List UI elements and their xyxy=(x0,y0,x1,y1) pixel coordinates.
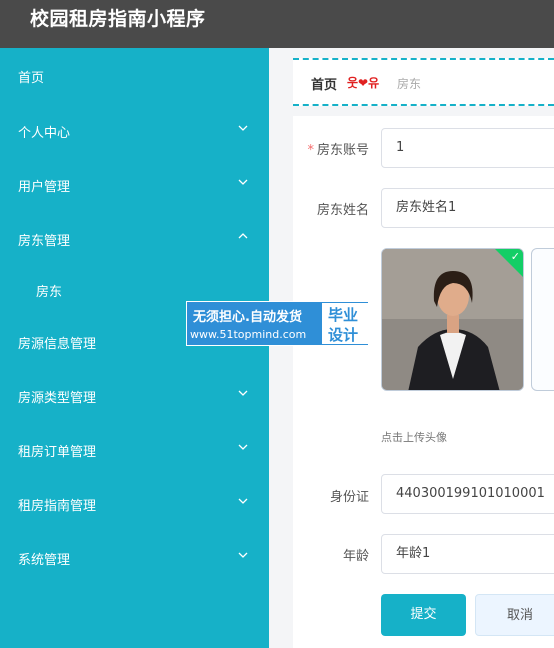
chevron-down-icon xyxy=(238,177,248,187)
avatar-thumbnail[interactable]: ✓ xyxy=(381,248,524,391)
chevron-down-icon xyxy=(238,442,248,452)
landlord-form: * 房东账号 1 房东姓名 房东姓名1 ✓ 点击上传头像 身份证 44030019… xyxy=(293,116,554,648)
sidebar: 首页 个人中心 用户管理 房东管理 房东 房源信息管理 房源类型管理 租房订单管… xyxy=(0,48,269,648)
sidebar-item-label: 房东管理 xyxy=(18,234,71,249)
watermark-text: 无须担心.自动发货 www.51topmind.com xyxy=(187,302,321,345)
sidebar-item-label: 个人中心 xyxy=(18,126,71,141)
breadcrumb-separator: 웃❤유 xyxy=(347,76,380,90)
watermark-banner: 无须担心.自动发货 www.51topmind.com 毕业 设计 xyxy=(186,301,369,346)
app-title: 校园租房指南小程序 xyxy=(30,8,206,30)
sidebar-item-label: 房东 xyxy=(36,285,63,300)
watermark-line2: www.51topmind.com xyxy=(190,328,307,341)
account-input[interactable]: 1 xyxy=(381,128,554,168)
age-label: 年龄 xyxy=(342,549,369,564)
upload-avatar-tip: 点击上传头像 xyxy=(381,431,447,444)
sidebar-item-label: 用户管理 xyxy=(18,180,71,195)
sidebar-item-rental-order-management[interactable]: 租房订单管理 xyxy=(0,422,269,476)
age-input[interactable]: 年龄1 xyxy=(381,534,554,574)
breadcrumb-current: 房东 xyxy=(397,77,422,91)
chevron-down-icon xyxy=(238,123,248,133)
sidebar-item-label: 系统管理 xyxy=(18,553,71,568)
sidebar-item-label: 房源信息管理 xyxy=(18,337,97,352)
name-label: 房东姓名 xyxy=(316,203,369,218)
avatar-upload-button[interactable] xyxy=(531,248,554,391)
sidebar-item-personal-center[interactable]: 个人中心 xyxy=(0,103,269,157)
sidebar-item-landlord-management[interactable]: 房东管理 xyxy=(0,211,269,265)
check-icon: ✓ xyxy=(510,250,520,263)
sidebar-item-listing-type-management[interactable]: 房源类型管理 xyxy=(0,368,269,422)
sidebar-item-label: 租房指南管理 xyxy=(18,499,97,514)
idcard-input[interactable]: 440300199101010001 xyxy=(381,474,554,514)
required-asterisk: * xyxy=(307,143,314,158)
sidebar-item-system-management[interactable]: 系统管理 xyxy=(0,530,269,584)
cancel-button[interactable]: 取消 xyxy=(475,594,554,636)
chevron-down-icon xyxy=(238,496,248,506)
chevron-up-icon xyxy=(238,231,248,241)
sidebar-item-home[interactable]: 首页 xyxy=(0,48,269,102)
watermark-badge-line1: 毕业 xyxy=(328,306,359,324)
top-bar: 校园租房指南小程序 xyxy=(0,0,554,48)
breadcrumb: 首页 웃❤유 房东 xyxy=(293,58,554,106)
sidebar-item-label: 租房订单管理 xyxy=(18,445,97,460)
sidebar-item-label: 首页 xyxy=(18,71,45,86)
breadcrumb-home[interactable]: 首页 xyxy=(311,74,337,93)
chevron-down-icon xyxy=(238,550,248,560)
account-label: * 房东账号 xyxy=(307,143,369,158)
chevron-down-icon xyxy=(238,388,248,398)
sidebar-item-label: 房源类型管理 xyxy=(18,391,97,406)
idcard-label: 身份证 xyxy=(329,490,369,505)
sidebar-item-user-management[interactable]: 用户管理 xyxy=(0,157,269,211)
watermark-badge: 毕业 设计 xyxy=(322,303,368,344)
name-input[interactable]: 房东姓名1 xyxy=(381,188,554,228)
watermark-badge-line2: 设计 xyxy=(328,326,359,344)
watermark-line1: 无须担心.自动发货 xyxy=(193,310,302,325)
submit-button[interactable]: 提交 xyxy=(381,594,466,636)
sidebar-item-guide-management[interactable]: 租房指南管理 xyxy=(0,476,269,530)
